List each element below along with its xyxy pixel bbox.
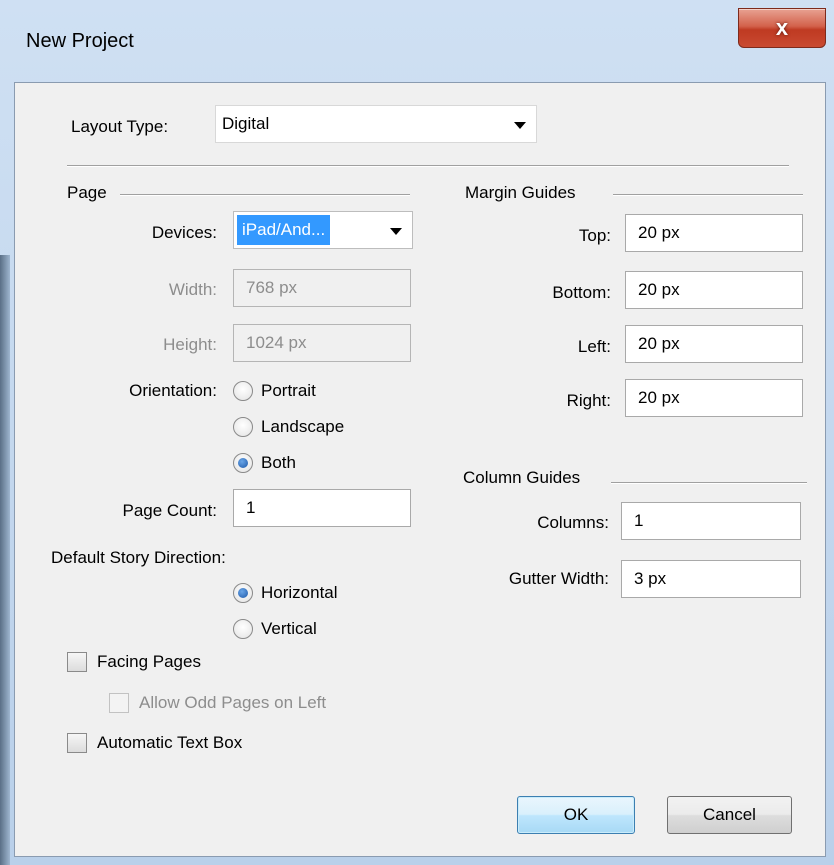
cancel-button[interactable]: Cancel (667, 796, 792, 834)
chevron-down-icon (514, 122, 526, 129)
devices-value: iPad/And... (237, 215, 331, 245)
story-direction-label: Default Story Direction: (51, 548, 226, 567)
radio-portrait[interactable] (233, 381, 253, 401)
facing-pages-label: Facing Pages (97, 652, 201, 671)
columns-field[interactable]: 1 (621, 502, 801, 540)
gutter-width-label: Gutter Width: (508, 569, 609, 588)
layout-type-select[interactable]: Digital (215, 105, 537, 143)
close-button[interactable]: x (738, 8, 826, 48)
orientation-landscape-label: Landscape (261, 417, 345, 436)
chevron-down-icon (390, 228, 402, 235)
column-guides-legend: Column Guides (463, 468, 581, 487)
devices-select[interactable]: iPad/And... (233, 211, 413, 249)
margin-bottom-label: Bottom: (552, 283, 611, 302)
close-icon: x (775, 15, 789, 40)
margin-right-label: Right: (566, 391, 611, 410)
height-label: Height: (163, 335, 217, 354)
allow-odd-pages-label: Allow Odd Pages on Left (139, 693, 327, 712)
story-vertical-label: Vertical (261, 619, 317, 638)
window-title: New Project (26, 30, 134, 52)
margin-right-field[interactable]: 20 px (625, 379, 803, 417)
columns-label: Columns: (537, 513, 609, 532)
dialog-body: Layout Type: Digital Page Devices: iPad/… (14, 82, 826, 857)
gutter-width-field[interactable]: 3 px (621, 560, 801, 598)
width-label: Width: (168, 280, 217, 299)
facing-pages-checkbox[interactable] (67, 652, 87, 672)
height-field[interactable]: 1024 px (233, 324, 411, 362)
margin-guides-line (613, 194, 803, 196)
window-edge (0, 255, 10, 865)
width-field[interactable]: 768 px (233, 269, 411, 307)
page-count-label: Page Count: (122, 501, 217, 520)
radio-horizontal[interactable] (233, 583, 253, 603)
column-guides-line (611, 482, 807, 484)
page-group-line (120, 194, 410, 196)
radio-landscape[interactable] (233, 417, 253, 437)
divider (67, 165, 789, 167)
story-horizontal-label: Horizontal (261, 583, 338, 602)
auto-text-box-label: Automatic Text Box (97, 733, 243, 752)
orientation-label: Orientation: (129, 381, 217, 400)
radio-both[interactable] (233, 453, 253, 473)
title-bar[interactable]: New Project x (0, 0, 834, 82)
margin-left-label: Left: (577, 337, 611, 356)
margin-left-field[interactable]: 20 px (625, 325, 803, 363)
auto-text-box-checkbox[interactable] (67, 733, 87, 753)
radio-vertical[interactable] (233, 619, 253, 639)
margin-guides-legend: Margin Guides (465, 183, 576, 202)
page-count-field[interactable]: 1 (233, 489, 411, 527)
page-group-legend: Page (67, 183, 107, 202)
margin-top-field[interactable]: 20 px (625, 214, 803, 252)
orientation-portrait-label: Portrait (261, 381, 316, 400)
margin-bottom-field[interactable]: 20 px (625, 271, 803, 309)
orientation-both-label: Both (261, 453, 296, 472)
margin-top-label: Top: (578, 226, 611, 245)
dialog-window: New Project x Layout Type: Digital Page … (0, 0, 834, 865)
devices-label: Devices: (151, 223, 217, 242)
allow-odd-pages-checkbox[interactable] (109, 693, 129, 713)
layout-type-value: Digital (222, 114, 270, 133)
layout-type-label: Layout Type: (71, 117, 169, 136)
ok-button[interactable]: OK (517, 796, 635, 834)
